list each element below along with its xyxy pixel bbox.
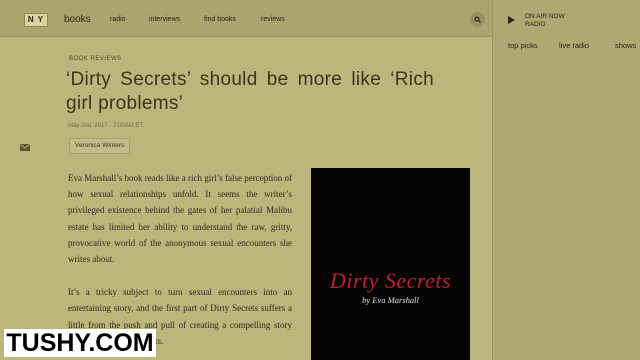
radio-panel: ON AIR NOW RADIO top picks live radio sh… xyxy=(492,0,640,360)
search-button[interactable] xyxy=(470,12,485,27)
article-date: May 2nd, 2017 - 7:00AM ET xyxy=(68,123,144,129)
play-icon[interactable] xyxy=(508,16,515,24)
nav-interviews[interactable]: interviews xyxy=(149,16,180,23)
radio-link-top-picks[interactable]: top picks xyxy=(508,41,538,50)
cover-author: by Eva Marshall xyxy=(362,295,419,305)
article-category[interactable]: BOOK REVIEWS xyxy=(69,56,122,62)
mail-icon[interactable] xyxy=(20,144,30,151)
on-air-label: ON AIR NOW xyxy=(525,13,565,20)
article-area: BOOK REVIEWS ‘Dirty Secrets’ should be m… xyxy=(0,37,492,360)
on-air-status: ON AIR NOW RADIO xyxy=(525,13,565,29)
radio-link-live-radio[interactable]: live radio xyxy=(559,41,589,50)
nav-find-books[interactable]: find books xyxy=(204,16,236,23)
article-title: ‘Dirty Secrets’ should be more like ‘Ric… xyxy=(66,69,434,114)
nav-books[interactable]: books xyxy=(64,14,91,25)
search-icon xyxy=(474,16,481,23)
radio-label: RADIO xyxy=(525,21,546,28)
top-navigation-bar: N Y books radio interviews find books re… xyxy=(0,0,492,37)
site-logo[interactable]: N Y xyxy=(24,13,48,27)
radio-link-shows[interactable]: shows xyxy=(615,41,636,50)
cover-title: Dirty Secrets xyxy=(329,268,452,293)
book-cover-image: Dirty Secrets by Eva Marshall xyxy=(311,168,470,360)
nav-radio[interactable]: radio xyxy=(110,16,126,23)
author-tag[interactable]: Veronica Winters xyxy=(69,138,131,154)
nav-reviews[interactable]: reviews xyxy=(261,16,285,23)
article-paragraph: Eva Marshall’s book reads like a rich gi… xyxy=(68,173,292,265)
watermark-logo: TUSHY.COM xyxy=(4,329,156,357)
